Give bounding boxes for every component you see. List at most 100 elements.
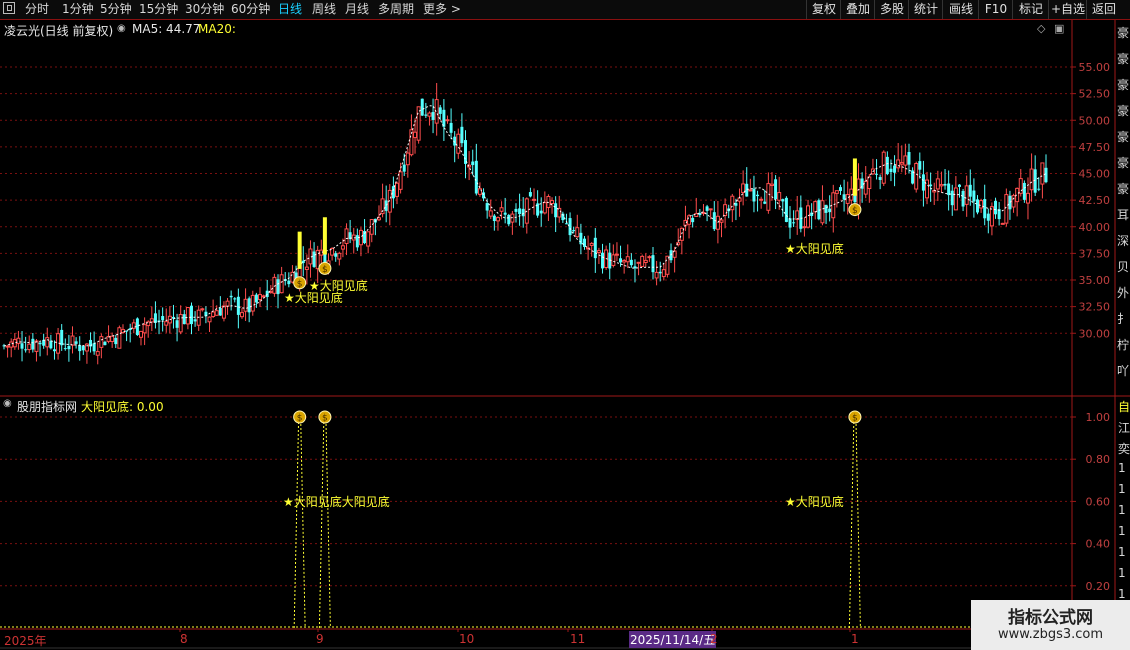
candle-body	[756, 194, 760, 197]
candle-body	[279, 274, 284, 294]
candle-body	[70, 335, 75, 346]
candle-body	[233, 298, 237, 300]
candle-body	[596, 250, 601, 254]
watchlist-item[interactable]: 柠	[1117, 336, 1129, 353]
candle-body	[820, 200, 825, 224]
candle-body	[521, 208, 525, 217]
grid-lines	[0, 66, 1072, 632]
panel-borders	[0, 20, 1130, 649]
indicator-value: 大阳见底: 0.00	[81, 400, 164, 414]
candle-body	[802, 226, 807, 229]
candle-body	[994, 200, 998, 215]
watchlist-item[interactable]: 1	[1118, 587, 1126, 601]
candle-body	[964, 185, 969, 205]
watchlist-item[interactable]: 豪	[1117, 128, 1129, 145]
panel-toggle-icon[interactable]: ▣	[1054, 22, 1064, 35]
candle-body	[456, 133, 461, 154]
candle-body	[247, 298, 251, 313]
candle-body	[424, 114, 428, 116]
candle-body	[366, 231, 371, 247]
watchlist-item[interactable]: 江	[1118, 419, 1130, 436]
price-tick-label: 47.50	[1079, 141, 1111, 154]
candle-body	[957, 184, 961, 187]
watchlist-item[interactable]: 1	[1118, 566, 1126, 580]
candle-body	[449, 122, 453, 133]
candle-body	[614, 253, 619, 256]
watchlist-item[interactable]: 贝	[1117, 258, 1129, 275]
watchlist-item[interactable]: 豪	[1117, 180, 1129, 197]
candle-body	[49, 340, 53, 349]
watchlist-item[interactable]: 1	[1118, 482, 1126, 496]
candle-body	[893, 165, 897, 173]
candle-body	[831, 192, 836, 219]
candle-body	[1044, 167, 1048, 183]
candle-body	[939, 184, 944, 187]
indicator-tick-label: 0.60	[1086, 495, 1111, 508]
signal-candle	[852, 158, 857, 196]
candle-body	[719, 219, 724, 223]
candle-body	[257, 294, 262, 300]
candle-body	[344, 228, 349, 244]
watchlist-item[interactable]: 耳	[1117, 206, 1129, 223]
candle-body	[63, 348, 67, 350]
candle-body	[723, 204, 728, 217]
watchlist-item[interactable]: 豪	[1117, 76, 1129, 93]
watchlist-item[interactable]: 豪	[1117, 102, 1129, 119]
candle-body	[164, 321, 169, 326]
candle-body	[276, 279, 280, 295]
candle-body	[485, 203, 489, 211]
candle-body	[896, 159, 901, 169]
candle-body	[885, 156, 889, 175]
candle-body	[611, 254, 616, 266]
watchlist-item[interactable]: 自	[1118, 398, 1130, 415]
candle-body	[557, 207, 562, 218]
watchlist-item[interactable]: 豪	[1117, 50, 1129, 67]
candle-body	[200, 308, 205, 311]
watchlist-item[interactable]: 吖	[1117, 362, 1129, 379]
candle-body	[575, 227, 580, 238]
watchlist-item[interactable]: 1	[1118, 503, 1126, 517]
watchlist-item[interactable]: 豪	[1117, 24, 1129, 41]
watchlist-item[interactable]: 1	[1118, 524, 1126, 538]
candle-body	[355, 235, 359, 248]
watchlist-item[interactable]: 深	[1117, 232, 1129, 249]
candle-body	[921, 174, 925, 191]
candle-body	[488, 210, 493, 217]
candle-body	[514, 208, 518, 212]
candle-body	[622, 260, 627, 263]
candle-body	[149, 318, 154, 323]
candle-body	[550, 200, 555, 205]
diamond-icon[interactable]: ◇	[1037, 22, 1045, 35]
candle-body	[9, 341, 14, 348]
watchlist-item[interactable]: 1	[1118, 461, 1126, 475]
candle-body	[1029, 168, 1034, 191]
watchlist-item[interactable]: 豪	[1117, 154, 1129, 171]
watchlist-item[interactable]: 奕	[1118, 440, 1130, 457]
candle-body	[189, 305, 193, 325]
indicator-collapse-icon[interactable]: ◉	[3, 398, 12, 409]
candle-body	[398, 171, 403, 190]
candle-body	[737, 197, 742, 202]
watchlist-item[interactable]: 外	[1117, 284, 1129, 301]
candle-body	[705, 206, 709, 211]
candle-body	[265, 290, 269, 298]
candle-body	[730, 195, 735, 211]
watchlist-item[interactable]: 扌	[1117, 310, 1129, 327]
candle-body	[92, 343, 96, 352]
indicator-spike	[293, 416, 306, 629]
watchlist-item[interactable]: 1	[1118, 545, 1126, 559]
candle-body	[899, 162, 904, 165]
collapse-icon[interactable]: ◉	[117, 23, 126, 34]
candle-body	[405, 152, 410, 166]
candle-body	[1037, 188, 1041, 190]
candle-body	[792, 222, 796, 224]
kline-chart[interactable]: 30.00 32.50 35.00 37.50 40.00 42.50 45.00 47.50…	[0, 0, 1130, 650]
time-cursor-label: 2025/11/14/五	[629, 631, 717, 648]
candle-body	[250, 294, 255, 312]
candle-body	[806, 205, 811, 228]
candle-body	[438, 107, 442, 114]
candle-body	[658, 271, 662, 274]
candle-body	[175, 320, 179, 328]
candle-body	[752, 188, 756, 202]
candle-body	[207, 316, 212, 323]
